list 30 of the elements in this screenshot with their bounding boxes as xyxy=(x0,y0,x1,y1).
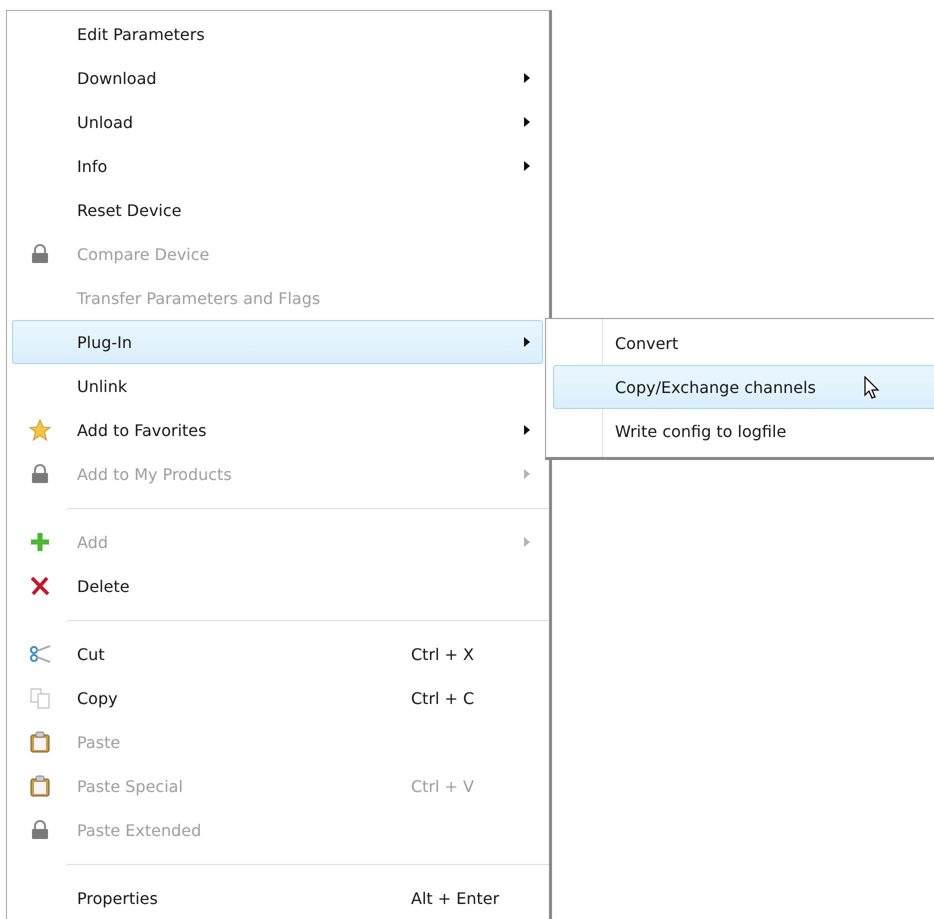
menu-item[interactable]: Add to Favorites xyxy=(12,408,543,452)
menu-item[interactable]: Plug-In xyxy=(12,320,543,364)
copy-icon xyxy=(29,687,51,709)
mouse-pointer-icon xyxy=(864,376,880,400)
star-icon xyxy=(29,419,51,441)
menu-item[interactable]: Cut Ctrl + X xyxy=(12,632,543,676)
cross-icon xyxy=(29,575,51,597)
menu-item[interactable]: Download xyxy=(12,56,543,100)
menu-item[interactable]: Unlink xyxy=(12,364,543,408)
plus-icon xyxy=(29,531,51,553)
clipboard-icon xyxy=(29,775,51,797)
shortcut-label: Ctrl + C xyxy=(411,688,474,708)
menu-item[interactable]: Copy Ctrl + C xyxy=(12,676,543,720)
shortcut-label: Ctrl + V xyxy=(411,776,474,796)
padlock-icon xyxy=(29,463,51,485)
menu-item[interactable]: Write config to logfile xyxy=(553,409,934,453)
menu-item[interactable]: Delete xyxy=(12,564,543,608)
padlock-icon xyxy=(29,243,51,265)
shortcut-label: Ctrl + X xyxy=(411,644,474,664)
menu-item[interactable]: Properties Alt + Enter xyxy=(12,876,543,919)
menu-item[interactable]: Info xyxy=(12,144,543,188)
menu-item[interactable]: Edit Parameters xyxy=(12,12,543,56)
menu-item[interactable]: Reset Device xyxy=(12,188,543,232)
scissors-icon xyxy=(29,643,51,665)
shortcut-label: Alt + Enter xyxy=(411,888,500,908)
menu-item[interactable]: Convert xyxy=(553,321,934,365)
clipboard-icon xyxy=(29,731,51,753)
menu-item[interactable]: Unload xyxy=(12,100,543,144)
padlock-icon xyxy=(29,819,51,841)
menu-item[interactable]: Copy/Exchange channels xyxy=(553,365,934,409)
